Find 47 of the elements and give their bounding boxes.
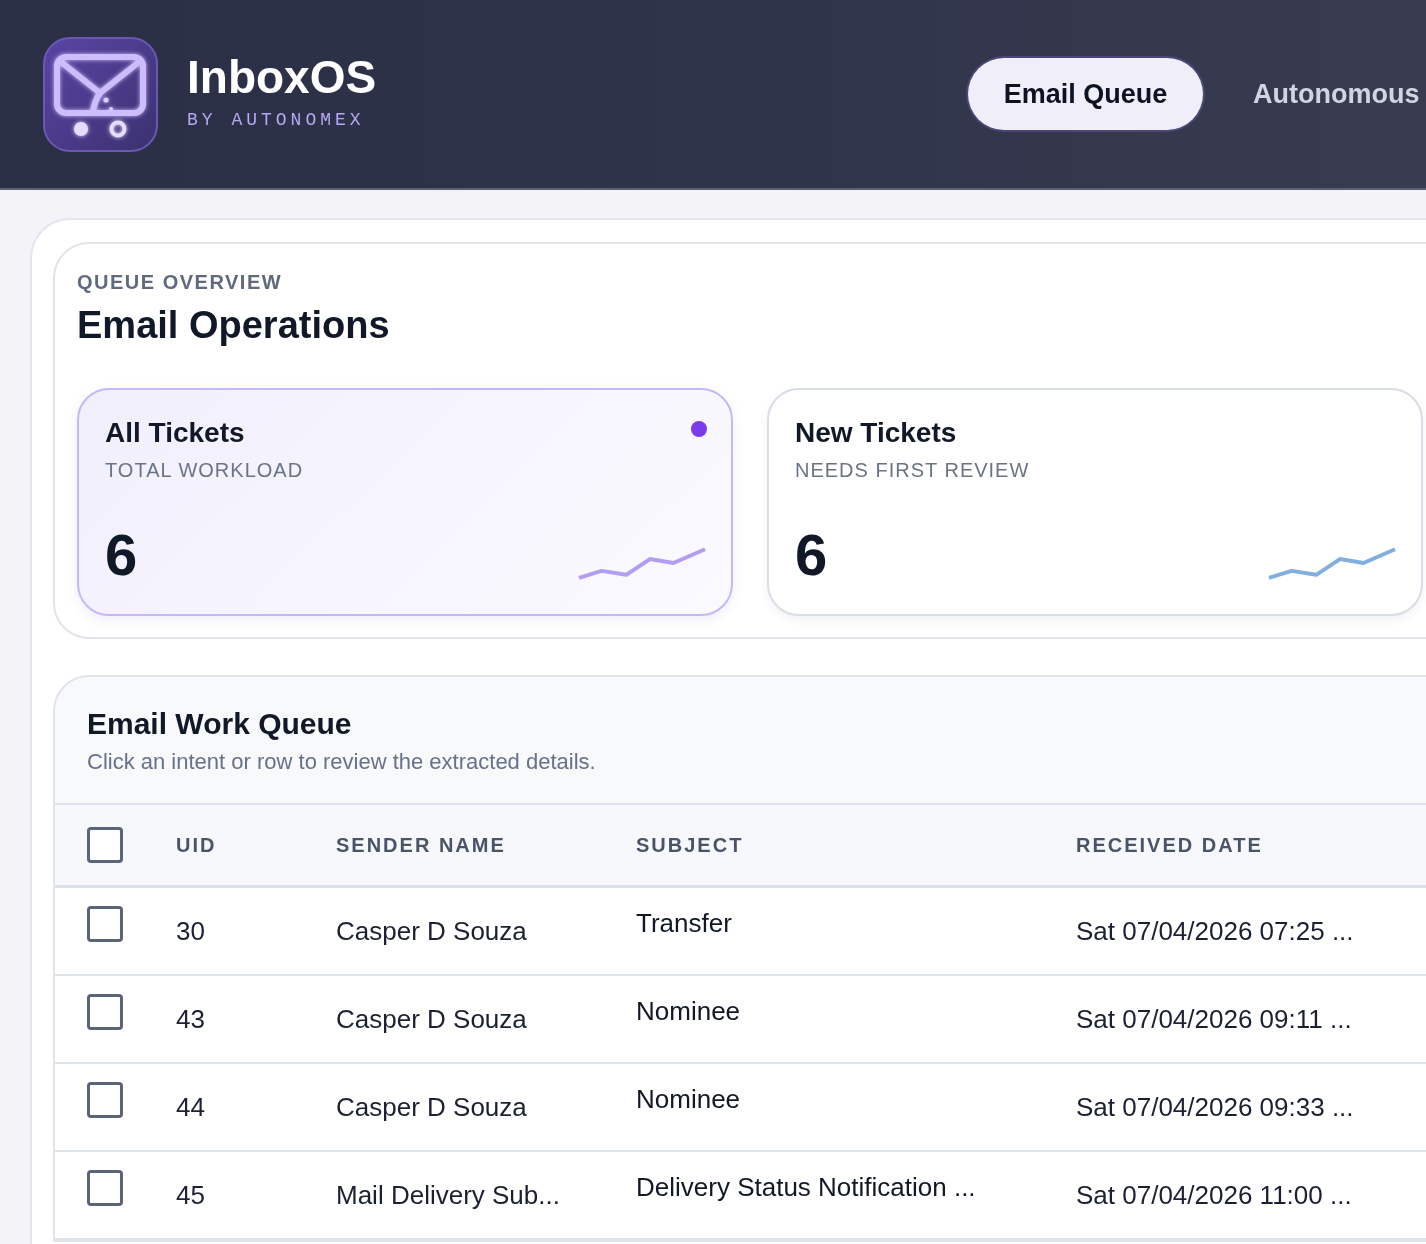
table-row[interactable]: 30 Casper D Souza Transfer Sat 07/04/2026 07:25 ... xyxy=(55,888,1426,976)
table-cell: Sat 07/04/2026 09:33 ... xyxy=(1076,1091,1354,1122)
stat-value: 6 xyxy=(105,523,138,587)
column-header[interactable]: SENDER NAME xyxy=(336,833,506,856)
queue-subtitle: Click an intent or row to review the extracted details. xyxy=(87,748,597,776)
stat-subtitle: TOTAL WORKLOAD xyxy=(105,458,305,482)
row-checkbox[interactable] xyxy=(87,994,123,1030)
table-cell: Sat 07/04/2026 09:11 ... xyxy=(1076,1003,1352,1034)
envelope-cart-icon xyxy=(43,36,158,152)
stat-value: 6 xyxy=(795,523,828,587)
nav-tab[interactable]: Email Queue xyxy=(968,58,1203,130)
row-checkbox[interactable] xyxy=(87,1170,123,1206)
table-cell: Casper D Souza xyxy=(336,1003,527,1034)
section-title: Email Operations xyxy=(77,303,391,348)
stat-subtitle: NEEDS FIRST REVIEW xyxy=(795,458,1031,482)
table-cell: Casper D Souza xyxy=(336,1091,527,1122)
table-cell: 45 xyxy=(176,1179,205,1210)
stat-title: All Tickets xyxy=(105,416,245,450)
table-row[interactable]: 44 Casper D Souza Nominee Sat 07/04/2026 09:33 ... xyxy=(55,1064,1426,1152)
row-checkbox[interactable] xyxy=(87,1082,123,1118)
active-dot-icon xyxy=(691,421,707,437)
table-row[interactable]: 45 Mail Delivery Sub... Delivery Status Notification ... Sat 07/04/2026 11:00 ... xyxy=(55,1152,1426,1240)
section-eyebrow: QUEUE OVERVIEW xyxy=(77,270,284,294)
table-cell: Nominee xyxy=(636,1084,741,1114)
column-header[interactable]: SUBJECT xyxy=(636,833,744,856)
stat-card[interactable]: New Tickets NEEDS FIRST REVIEW 6 xyxy=(767,388,1423,616)
table-cell: 30 xyxy=(176,915,205,946)
stat-title: New Tickets xyxy=(795,416,957,450)
table-cell: Nominee xyxy=(636,996,741,1026)
column-header[interactable]: UID xyxy=(176,833,217,856)
table-cell: 44 xyxy=(176,1091,205,1122)
row-checkbox[interactable] xyxy=(87,906,123,942)
table-cell: Sat 07/04/2026 11:00 ... xyxy=(1076,1179,1352,1210)
table-cell: Casper D Souza xyxy=(336,915,527,946)
table-cell: Delivery Status Notification ... xyxy=(636,1172,976,1202)
nav-tab[interactable]: Autonomous xyxy=(1253,78,1420,110)
table-cell: Mail Delivery Sub... xyxy=(336,1179,560,1210)
table-row[interactable]: 43 Casper D Souza Nominee Sat 07/04/2026 09:11 ... xyxy=(55,976,1426,1064)
table-cell: Sat 07/04/2026 07:25 ... xyxy=(1076,915,1354,946)
table-cell: 43 xyxy=(176,1003,205,1034)
app-name: InboxOS xyxy=(187,54,377,100)
app-byline: BY AUTONOMEX xyxy=(187,110,366,130)
stat-card[interactable]: All Tickets TOTAL WORKLOAD 6 xyxy=(77,388,733,616)
column-header[interactable]: RECEIVED DATE xyxy=(1076,833,1263,856)
table-cell: Transfer xyxy=(636,908,732,938)
queue-title: Email Work Queue xyxy=(87,706,353,742)
select-all-checkbox[interactable] xyxy=(87,827,123,863)
